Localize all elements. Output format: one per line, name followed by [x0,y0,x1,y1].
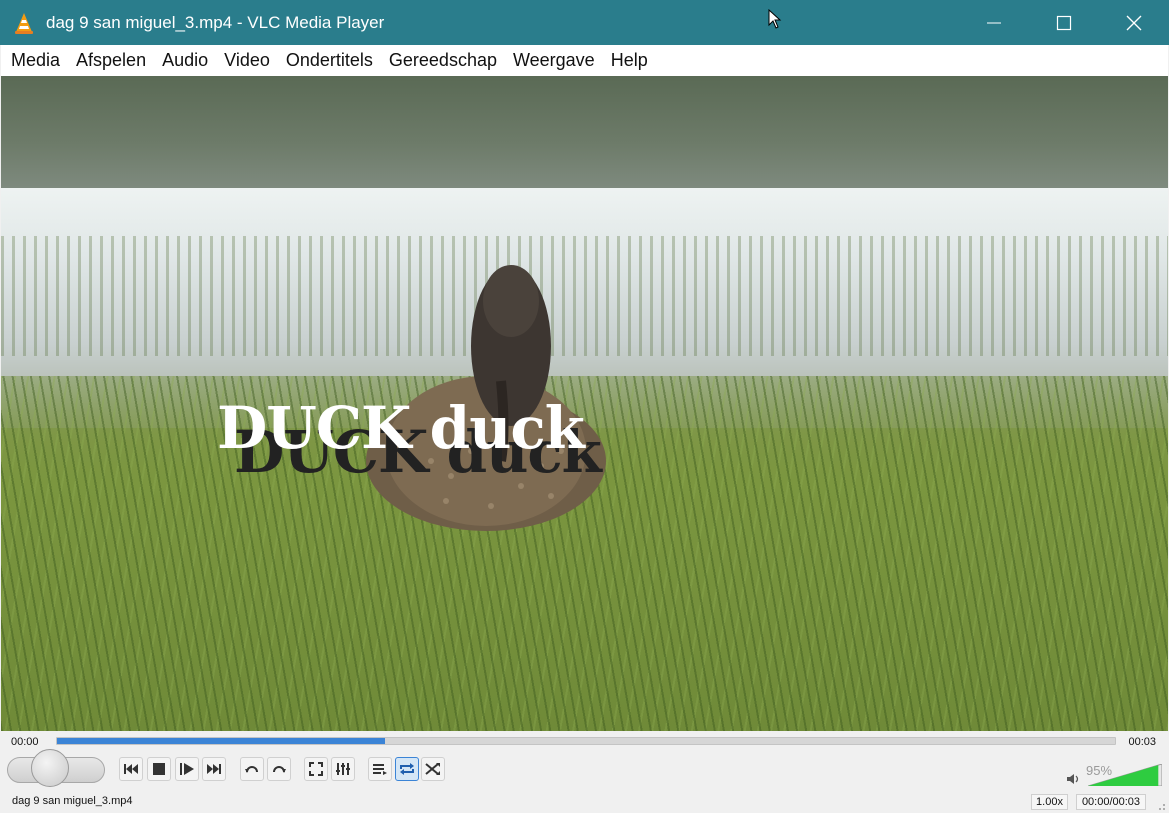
menu-video[interactable]: Video [216,45,278,76]
menu-audio[interactable]: Audio [154,45,216,76]
stop-icon [153,763,165,775]
shuffle-icon [425,763,440,775]
equalizer-icon [336,763,350,775]
maximize-icon [1056,15,1072,30]
fullscreen-button[interactable] [304,757,328,781]
play-icon[interactable] [31,749,69,787]
extended-settings-button[interactable] [331,757,355,781]
vlc-cone-icon [12,11,36,35]
fullscreen-icon [309,762,323,776]
menu-ondertitels[interactable]: Ondertitels [278,45,381,76]
loop-icon [400,763,414,775]
jump-forward-button[interactable] [267,757,291,781]
next-button[interactable] [202,757,226,781]
playlist-button[interactable] [368,757,392,781]
menu-gereedschap[interactable]: Gereedschap [381,45,505,76]
menu-media[interactable]: Media [3,45,68,76]
mouse-cursor-icon [768,9,782,29]
speaker-icon[interactable] [1066,772,1082,786]
subtitle-text: DUCK duck [217,394,585,462]
forward-icon [273,766,286,773]
seek-progress [57,738,385,744]
seek-slider[interactable] [56,737,1116,745]
shuffle-button[interactable] [421,757,445,781]
title-bar[interactable]: dag 9 san miguel_3.mp4 - VLC Media Playe… [0,0,1169,45]
skip-previous-icon [124,764,138,774]
skip-next-icon [207,764,221,774]
frame-step-icon [180,763,194,775]
minimize-icon [987,22,1001,23]
status-filename: dag 9 san miguel_3.mp4 [12,795,133,807]
menu-afspelen[interactable]: Afspelen [68,45,154,76]
jump-back-button[interactable] [240,757,264,781]
menu-bar: Media Afspelen Audio Video Ondertitels G… [1,45,1168,76]
playback-speed[interactable]: 1.00x [1031,794,1068,810]
close-button[interactable] [1099,0,1169,45]
maximize-button[interactable] [1029,0,1099,45]
video-background-trees [1,76,1168,188]
menu-help[interactable]: Help [603,45,656,76]
playlist-icon [373,764,387,775]
stop-button[interactable] [147,757,171,781]
status-bar: dag 9 san miguel_3.mp4 1.00x 00:00/00:03 [1,791,1168,813]
elapsed-time: 00:00 [11,736,39,748]
rewind-icon [245,766,258,773]
status-time[interactable]: 00:00/00:03 [1076,794,1146,810]
menu-weergave[interactable]: Weergave [505,45,603,76]
volume-slider[interactable] [1088,764,1162,786]
previous-button[interactable] [119,757,143,781]
video-display[interactable]: DUCK duck DUCK duck [1,76,1168,731]
close-icon [1126,15,1142,30]
window-title: dag 9 san miguel_3.mp4 - VLC Media Playe… [46,12,385,32]
total-time: 00:03 [1128,736,1156,748]
loop-button[interactable] [395,757,419,781]
next-frame-button[interactable] [175,757,199,781]
resize-grip-icon[interactable] [1156,801,1166,811]
minimize-button[interactable] [959,0,1029,45]
